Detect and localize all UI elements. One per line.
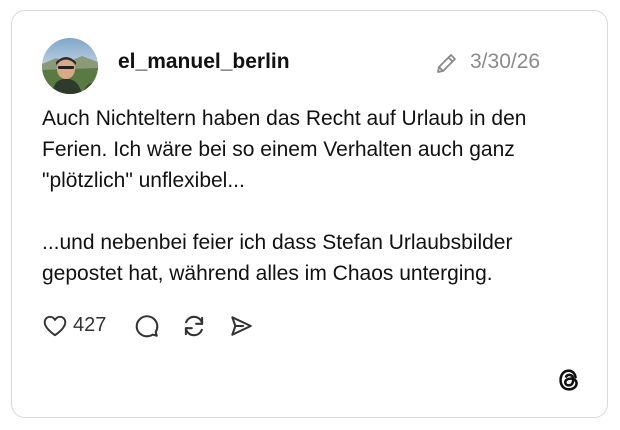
post-paragraph: ...und nebenbei feier ich dass Stefan Ur…: [42, 231, 513, 285]
comment-bubble-icon[interactable]: [134, 313, 160, 339]
post-date: 3/30/26: [470, 50, 541, 73]
send-icon[interactable]: [228, 313, 254, 339]
avatar[interactable]: [42, 38, 98, 94]
pencil-icon: [435, 51, 459, 75]
repost-icon[interactable]: [181, 313, 207, 339]
like-count: 427: [73, 314, 107, 336]
threads-logo-icon[interactable]: [555, 366, 583, 394]
username[interactable]: el_manuel_berlin: [118, 50, 290, 74]
post-body: Auch Nichteltern haben das Recht auf Url…: [42, 103, 582, 289]
post-card: el_manuel_berlin 3/30/26 Auch Nichtelter…: [11, 10, 608, 418]
post-paragraph: Auch Nichteltern haben das Recht auf Url…: [42, 107, 527, 192]
heart-icon[interactable]: [42, 313, 68, 339]
